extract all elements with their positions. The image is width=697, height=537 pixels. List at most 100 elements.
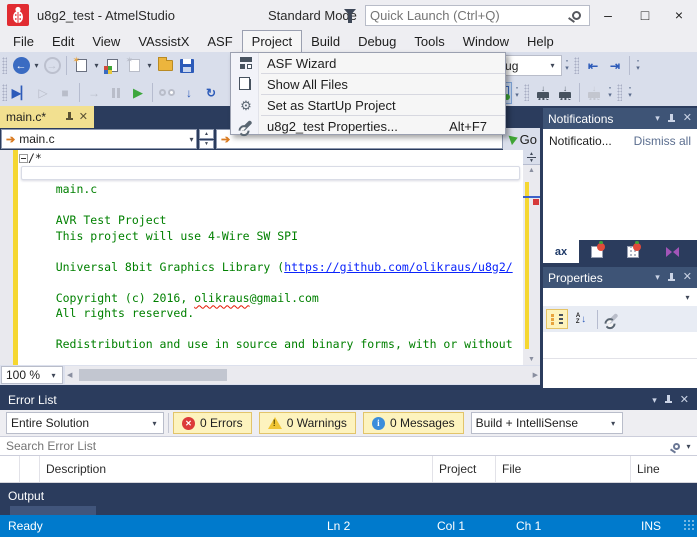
navigate-backward-context-icon[interactable]: ⇤ <box>582 55 604 77</box>
menu-item-show-all-files[interactable]: Show All Files <box>231 74 505 94</box>
menu-view[interactable]: View <box>83 30 129 52</box>
quick-launch-box[interactable] <box>365 5 590 26</box>
navigate-back-button[interactable]: ← <box>10 55 32 77</box>
new-project-dropdown-icon[interactable]: ▾ <box>92 61 101 70</box>
menu-asf[interactable]: ASF <box>198 30 241 52</box>
navigate-forward-context-icon[interactable]: ⇥ <box>604 55 626 77</box>
menu-item-u8g2-test-properties[interactable]: u8g2_test Properties...Alt+F7 <box>231 116 505 136</box>
file-scope-combo[interactable]: ➔ main.c ▾ <box>1 129 197 149</box>
close-icon[interactable]: ✕ <box>683 113 692 124</box>
start-debugging-button[interactable]: ▶▏ <box>10 82 32 104</box>
column-header-description[interactable]: Description <box>40 456 433 482</box>
quick-watch-disabled-icon[interactable] <box>156 82 178 104</box>
toolbar-overflow-icon[interactable]: ''▾ <box>605 88 615 98</box>
resize-grip[interactable] <box>683 519 695 531</box>
code-link[interactable]: https://github.com/olikraus/u8g2/ <box>284 260 512 274</box>
scroll-right-icon[interactable]: ▶ <box>533 371 538 379</box>
read-device-disabled-button[interactable]: ↓ <box>583 82 605 104</box>
search-options-icon[interactable]: ▾ <box>684 442 693 451</box>
menu-build[interactable]: Build <box>302 30 349 52</box>
menu-tools[interactable]: Tools <box>405 30 453 52</box>
toolbar-grip[interactable] <box>574 57 579 74</box>
attach-to-target-button[interactable]: ↓ <box>178 82 200 104</box>
menu-item-set-as-startup-project[interactable]: ⚙Set as StartUp Project <box>231 95 505 115</box>
toolbar-grip[interactable] <box>617 84 622 101</box>
menu-file[interactable]: File <box>4 30 43 52</box>
split-editor-handle[interactable]: ▲▼ <box>523 150 540 165</box>
scroll-down-icon[interactable]: ▼ <box>523 356 540 363</box>
scroll-up-icon[interactable]: ▲ <box>523 167 540 174</box>
collapse-region-icon[interactable] <box>19 154 28 163</box>
menu-vassistx[interactable]: VAssistX <box>129 30 198 52</box>
go-button[interactable]: Go <box>503 128 540 150</box>
mode-filter-icon[interactable] <box>344 9 356 16</box>
properties-object-combo[interactable]: ▾ <box>543 288 697 306</box>
category-icon-column[interactable] <box>20 456 40 482</box>
team-explorer-tab[interactable] <box>651 240 687 263</box>
program-eeprom-button[interactable]: ↓ <box>554 82 576 104</box>
toolbar-grip[interactable] <box>2 57 7 74</box>
pin-icon[interactable] <box>667 114 676 124</box>
properties-window-tab[interactable] <box>615 240 651 263</box>
output-tab[interactable] <box>10 506 96 515</box>
menu-project[interactable]: Project <box>242 30 302 52</box>
code-editor[interactable]: /* main.c AVR Test Project This project … <box>0 150 540 365</box>
scrollbar-thumb[interactable] <box>79 369 227 381</box>
messages-toggle[interactable]: i 0 Messages <box>363 412 464 434</box>
breakpoint-margin[interactable] <box>0 150 13 365</box>
menu-item-asf-wizard[interactable]: ASF Wizard <box>231 53 505 73</box>
run-without-debugging-button[interactable]: ▶ <box>127 82 149 104</box>
toolbar-overflow-icon[interactable]: ''▾ <box>512 88 522 98</box>
toolbar-overflow-icon[interactable]: ''▾ <box>625 88 635 98</box>
pin-icon[interactable] <box>65 112 74 122</box>
error-search-input[interactable] <box>0 439 673 453</box>
restart-disabled-button[interactable]: ▷ <box>32 82 54 104</box>
error-scope-combo[interactable]: Entire Solution▾ <box>6 412 164 434</box>
program-flash-button[interactable]: ↓ <box>532 82 554 104</box>
editor-horizontal-scrollbar[interactable]: ◀ ▶ <box>65 366 540 384</box>
menu-window[interactable]: Window <box>454 30 518 52</box>
property-pages-disabled-button[interactable] <box>601 309 623 329</box>
quick-launch-input[interactable] <box>366 8 572 23</box>
column-header-file[interactable]: File <box>496 456 631 482</box>
pause-disabled-button[interactable] <box>105 82 127 104</box>
symbol-spinner[interactable]: ▲▼ <box>199 129 214 149</box>
solution-explorer-tab[interactable] <box>579 240 615 263</box>
menu-debug[interactable]: Debug <box>349 30 405 52</box>
errors-toggle[interactable]: ✕ 0 Errors <box>173 412 252 434</box>
minimize-button[interactable]: – <box>593 0 623 30</box>
window-position-icon[interactable]: ▾ <box>655 273 660 282</box>
menu-help[interactable]: Help <box>518 30 563 52</box>
error-search-box[interactable]: ▾ <box>0 436 697 456</box>
alphabetical-sort-button[interactable]: AZ↓ <box>570 309 592 329</box>
tab-main-c[interactable]: main.c* ✕ <box>0 106 94 128</box>
window-position-icon[interactable]: ▾ <box>652 396 657 405</box>
menu-edit[interactable]: Edit <box>43 30 83 52</box>
navigate-forward-button[interactable]: → <box>41 55 63 77</box>
categorized-view-button[interactable] <box>546 309 568 329</box>
add-new-item-disabled-button[interactable]: ✶ <box>123 55 145 77</box>
close-icon[interactable]: ✕ <box>683 272 692 283</box>
pin-icon[interactable] <box>667 273 676 283</box>
toolbar-overflow-icon[interactable]: ''▾ <box>562 61 572 71</box>
stop-disabled-button[interactable]: ■ <box>54 82 76 104</box>
va-view-tab[interactable]: ax <box>543 240 579 263</box>
error-filter-combo[interactable]: Build + IntelliSense▾ <box>471 412 623 434</box>
close-tab-icon[interactable]: ✕ <box>79 112 88 123</box>
dismiss-all-link[interactable]: Dismiss all <box>634 134 691 148</box>
column-header-line[interactable]: Line <box>631 456 697 482</box>
notifications-panel-header[interactable]: Notifications ▾ ✕ <box>543 108 697 129</box>
properties-panel-header[interactable]: Properties ▾ ✕ <box>543 267 697 288</box>
add-item-dropdown-icon[interactable]: ▾ <box>145 61 154 70</box>
severity-icon-column[interactable] <box>0 456 20 482</box>
maximize-button[interactable]: □ <box>630 0 660 30</box>
warnings-toggle[interactable]: 0 Warnings <box>259 412 356 434</box>
toolbar-grip[interactable] <box>524 84 529 101</box>
scroll-left-icon[interactable]: ◀ <box>67 371 72 379</box>
pin-icon[interactable] <box>664 395 673 405</box>
error-list-header[interactable]: Error List ▾ ✕ <box>0 390 697 410</box>
editor-vertical-scrollbar[interactable]: ▲▼ ▲ ▼ <box>523 150 540 365</box>
open-file-button[interactable] <box>154 55 176 77</box>
column-header-project[interactable]: Project <box>433 456 496 482</box>
toolbar-grip[interactable] <box>2 84 7 101</box>
